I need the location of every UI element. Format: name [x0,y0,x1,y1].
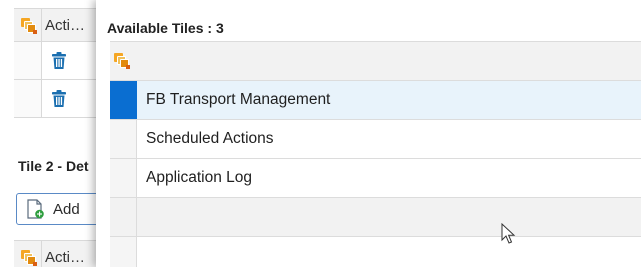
table-row [14,80,100,118]
select-all-cell[interactable] [14,9,42,41]
select-all-cell[interactable] [110,42,137,80]
add-document-icon [27,199,44,219]
dialog-title: Available Tiles : 3 [107,20,224,36]
table-row [14,42,100,80]
empty-row [110,198,641,237]
actions-column-header: Acti… [45,16,86,34]
row-selector[interactable] [110,159,137,197]
select-all-cell[interactable] [14,241,42,267]
tile-name: Scheduled Actions [146,130,274,147]
add-button-label: Add [53,200,80,218]
list-item[interactable]: Application Log [110,159,641,198]
tiles-list-header [110,41,641,81]
available-tiles-dialog: Available Tiles : 3 FB Transport Managem… [96,0,641,267]
actions-table-header: Acti… [14,8,100,42]
trash-icon[interactable] [52,90,66,107]
actions-column-header: Acti… [45,248,86,266]
select-all-icon[interactable] [21,250,37,266]
add-button[interactable]: Add [16,193,104,225]
tiles-list: FB Transport Management Scheduled Action… [110,41,641,267]
list-item[interactable]: FB Transport Management [110,81,641,120]
row-selector[interactable] [14,80,42,117]
tile-name: Application Log [146,169,252,186]
trash-icon[interactable] [52,52,66,69]
mouse-cursor-icon [501,223,516,244]
background-panel: Acti… Tile 2 - Det Add Acti… [0,0,104,267]
list-item[interactable]: Scheduled Actions [110,120,641,159]
actions-table-2: Acti… [14,240,100,267]
select-all-icon[interactable] [114,53,130,69]
row-selector[interactable] [110,120,137,158]
empty-row [110,237,641,267]
actions-table: Acti… [14,8,100,118]
select-all-icon[interactable] [21,18,37,34]
section-title: Tile 2 - Det [18,158,89,174]
tile-name: FB Transport Management [146,91,331,108]
row-selector[interactable] [110,81,137,119]
actions-table-2-header: Acti… [14,240,100,267]
row-selector[interactable] [14,42,42,79]
